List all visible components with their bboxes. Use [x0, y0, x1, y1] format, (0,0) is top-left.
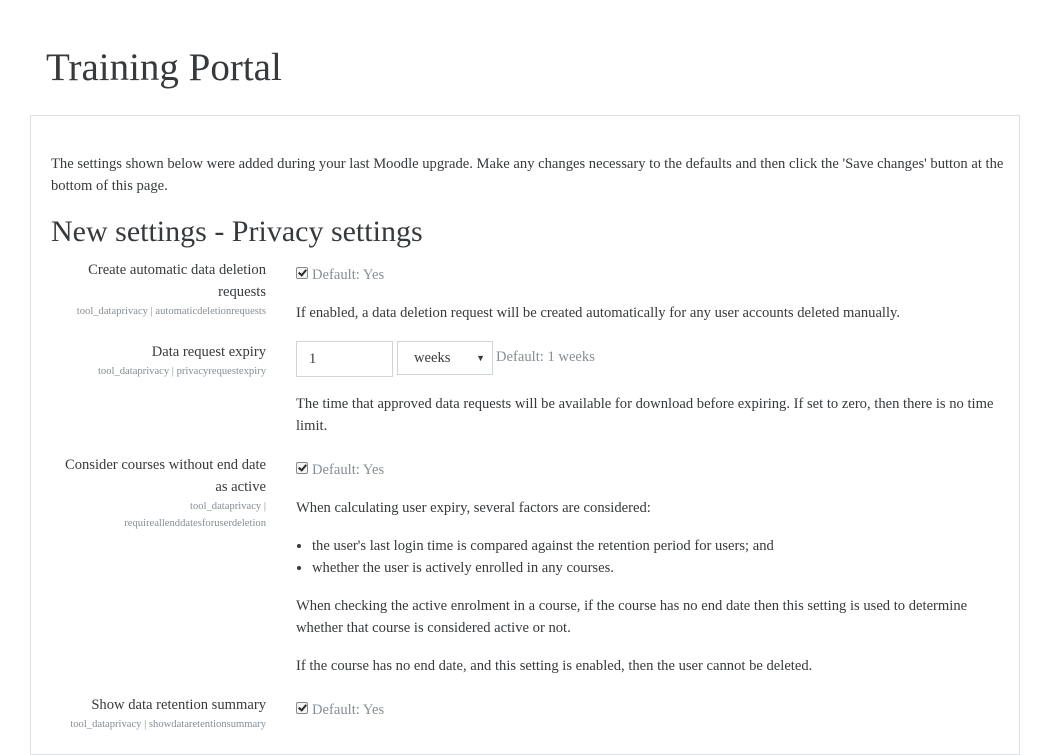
setting-label-requireallenddatesforuserdeletion: Consider courses without end date as act… [51, 454, 266, 532]
default-line: Default: Yes [296, 264, 1006, 286]
list-item: the user's last login time is compared a… [312, 535, 1006, 557]
default-line: Default: Yes [296, 459, 1006, 481]
default-value: Default: Yes [312, 267, 385, 283]
selected-unit: weeks [414, 350, 451, 366]
default-value: Default: Yes [312, 702, 385, 718]
section-heading: New settings - Privacy settings [51, 215, 423, 248]
setting-label-showdataretentionsummary: Show data retention summary tool_datapri… [51, 694, 266, 733]
setting-id: tool_dataprivacy | automaticdeletionrequ… [76, 306, 266, 317]
setting-control-automaticdeletionrequests: Default: Yes If enabled, a data deletion… [296, 264, 1006, 324]
setting-description: When checking the active enrolment in a … [296, 598, 968, 636]
setting-label-privacyrequestexpiry: Data request expiry tool_dataprivacy | p… [51, 341, 266, 380]
default-value: Default: Yes [312, 462, 385, 478]
factor-list: the user's last login time is compared a… [296, 535, 1006, 579]
setting-id: tool_dataprivacy | [190, 501, 266, 512]
setting-id: tool_dataprivacy | privacyrequestexpiry [97, 366, 266, 377]
setting-description: If enabled, a data deletion request will… [296, 305, 901, 321]
chevron-down-icon: ▼ [476, 353, 485, 363]
upgrade-intro-text: The settings shown below were added duri… [51, 156, 1004, 194]
setting-title: Consider courses without end date as act… [64, 457, 266, 495]
automatic-deletion-checkbox[interactable] [296, 267, 308, 279]
request-expiry-input[interactable] [296, 341, 393, 377]
setting-description: The time that approved data requests wil… [296, 396, 994, 434]
setting-id: requireallenddatesforuserdeletion [124, 518, 266, 529]
setting-label-automaticdeletionrequests: Create automatic data deletion requests … [51, 259, 266, 320]
list-item: whether the user is actively enrolled in… [312, 557, 1006, 579]
setting-control-showdataretentionsummary: Default: Yes [296, 699, 1006, 721]
site-title: Training Portal [46, 46, 282, 89]
default-value: Default: 1 weeks [496, 349, 595, 365]
setting-control-requireallenddatesforuserdeletion: Default: Yes When calculating user expir… [296, 459, 1006, 677]
setting-description: When calculating user expiry, several fa… [296, 500, 651, 516]
setting-title: Show data retention summary [91, 697, 266, 713]
courses-active-checkbox[interactable] [296, 462, 308, 474]
setting-title: Data request expiry [151, 344, 266, 360]
default-line: Default: Yes [296, 699, 1006, 721]
setting-title: Create automatic data deletion requests [88, 262, 266, 300]
request-expiry-unit-select[interactable]: weeks ▼ [397, 341, 493, 375]
setting-id: tool_dataprivacy | showdataretentionsumm… [70, 719, 266, 730]
retention-summary-checkbox[interactable] [296, 702, 308, 714]
setting-description: If the course has no end date, and this … [296, 658, 813, 674]
